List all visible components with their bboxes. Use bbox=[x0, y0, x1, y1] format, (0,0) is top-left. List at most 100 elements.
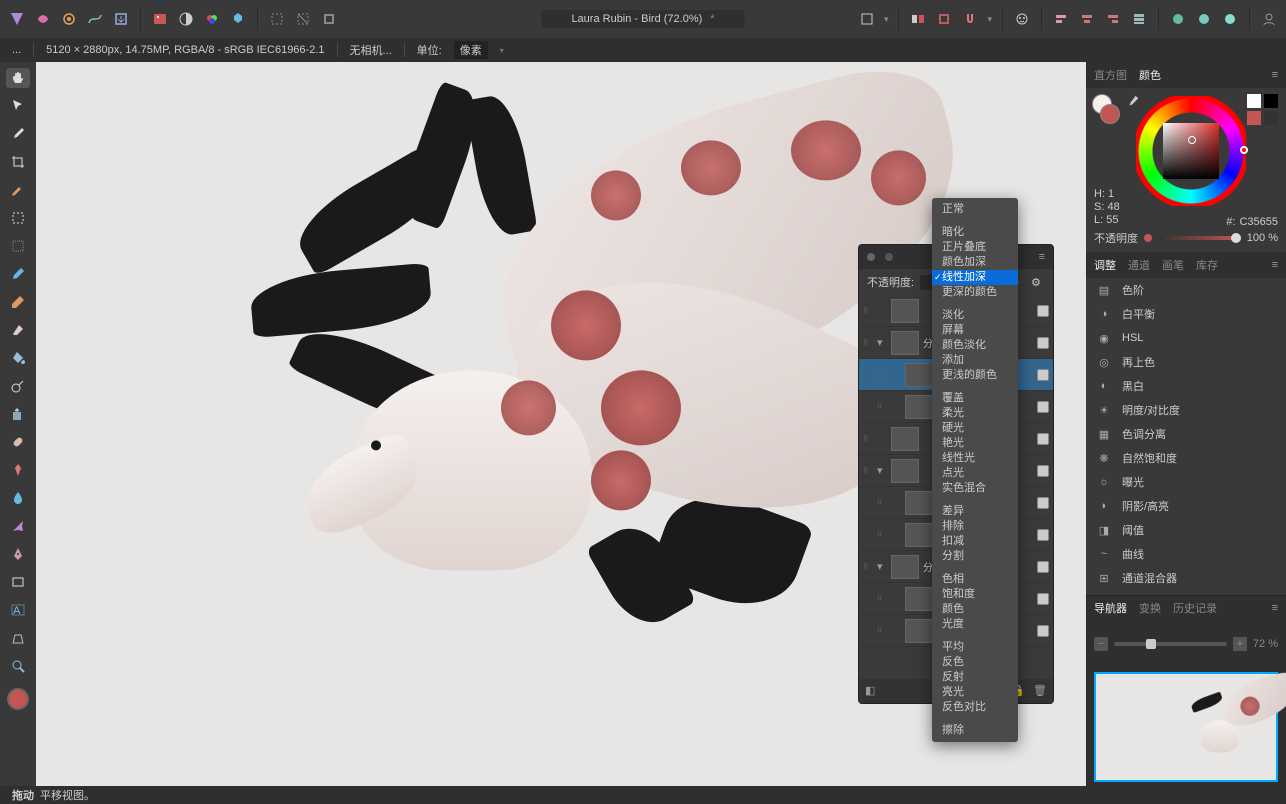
blend-mode-线性光[interactable]: 线性光 bbox=[932, 451, 1018, 466]
panel-menu-icon[interactable]: ≡ bbox=[1272, 602, 1278, 614]
panel-menu-icon[interactable]: ≡ bbox=[1272, 259, 1278, 271]
blend-mode-点光[interactable]: 点光 bbox=[932, 466, 1018, 481]
clone-tool[interactable] bbox=[6, 404, 30, 424]
persona-develop-icon[interactable] bbox=[60, 10, 78, 28]
align-right-icon[interactable] bbox=[1104, 10, 1122, 28]
align-center-icon[interactable] bbox=[1078, 10, 1096, 28]
persona-tone-icon[interactable] bbox=[86, 10, 104, 28]
flood-select-tool[interactable] bbox=[6, 236, 30, 256]
layer-visibility-checkbox[interactable] bbox=[1037, 497, 1049, 509]
marquee-tool[interactable] bbox=[6, 208, 30, 228]
unit-value[interactable]: 像素 bbox=[454, 41, 488, 59]
layer-drag-handle[interactable]: ⠿ bbox=[877, 531, 887, 539]
layer-drag-handle[interactable]: ⠿ bbox=[863, 563, 873, 571]
zoom-in-button[interactable]: + bbox=[1233, 637, 1247, 651]
share-icon-3[interactable] bbox=[1221, 10, 1239, 28]
tab-brushes[interactable]: 画笔 bbox=[1162, 257, 1184, 273]
color-wheel[interactable] bbox=[1136, 96, 1246, 206]
adjustment-通道混合器[interactable]: ⊞通道混合器 bbox=[1086, 566, 1286, 590]
layer-thumbnail[interactable] bbox=[891, 299, 919, 323]
panel-menu-icon[interactable]: ≡ bbox=[1272, 69, 1278, 81]
layer-expand-arrow[interactable]: ▾ bbox=[877, 336, 887, 349]
blend-mode-反射[interactable]: 反射 bbox=[932, 670, 1018, 685]
zoom-value[interactable]: 72 % bbox=[1253, 638, 1278, 650]
adjustment-自然饱和度[interactable]: ❋自然饱和度 bbox=[1086, 446, 1286, 470]
invert-selection-icon[interactable] bbox=[320, 10, 338, 28]
mesh-warp-tool[interactable] bbox=[6, 516, 30, 536]
layer-drag-handle[interactable]: ⠿ bbox=[877, 627, 887, 635]
hand-tool[interactable] bbox=[6, 68, 30, 88]
opacity-slider[interactable] bbox=[1158, 236, 1241, 240]
select-all-icon[interactable] bbox=[268, 10, 286, 28]
blend-mode-平均[interactable]: 平均 bbox=[932, 640, 1018, 655]
tab-library[interactable]: 库存 bbox=[1196, 257, 1218, 273]
adjustment-黑白[interactable]: ◐黑白 bbox=[1086, 374, 1286, 398]
blend-mode-反色对比[interactable]: 反色对比 bbox=[932, 700, 1018, 715]
persona-liquify-icon[interactable] bbox=[34, 10, 52, 28]
perspective-tool[interactable] bbox=[6, 628, 30, 648]
blend-mode-更深的颜色[interactable]: 更深的颜色 bbox=[932, 285, 1018, 300]
color-picker-tool[interactable] bbox=[6, 124, 30, 144]
layer-visibility-checkbox[interactable] bbox=[1037, 593, 1049, 605]
arrange-icon-2[interactable] bbox=[935, 10, 953, 28]
layer-thumbnail[interactable] bbox=[905, 491, 933, 515]
layer-visibility-checkbox[interactable] bbox=[1037, 401, 1049, 413]
layer-expand-arrow[interactable]: ▾ bbox=[877, 560, 887, 573]
dodge-tool[interactable] bbox=[6, 376, 30, 396]
assistant-icon[interactable] bbox=[1013, 10, 1031, 28]
layer-visibility-checkbox[interactable] bbox=[1037, 529, 1049, 541]
adjustment-曝光[interactable]: ☼曝光 bbox=[1086, 470, 1286, 494]
blend-mode-正常[interactable]: 正常 bbox=[932, 202, 1018, 217]
swatch-wells[interactable] bbox=[1247, 94, 1278, 128]
layer-drag-handle[interactable]: ⠿ bbox=[863, 307, 873, 315]
app-logo-icon[interactable] bbox=[8, 10, 26, 28]
layer-visibility-checkbox[interactable] bbox=[1037, 433, 1049, 445]
color-hex-readout[interactable]: #: C35655 bbox=[1226, 216, 1278, 228]
adjustment-阈值[interactable]: ◨阈值 bbox=[1086, 518, 1286, 542]
erase-tool[interactable] bbox=[6, 320, 30, 340]
layer-thumbnail[interactable] bbox=[891, 331, 919, 355]
blend-mode-扣减[interactable]: 扣减 bbox=[932, 534, 1018, 549]
blend-mode-覆盖[interactable]: 覆盖 bbox=[932, 391, 1018, 406]
foreground-color-swatch[interactable] bbox=[7, 688, 29, 710]
image-icon[interactable] bbox=[151, 10, 169, 28]
blend-mode-添加[interactable]: 添加 bbox=[932, 353, 1018, 368]
blend-mode-屏幕[interactable]: 屏幕 bbox=[932, 323, 1018, 338]
add-mask-icon[interactable]: ◧ bbox=[865, 684, 879, 698]
panel-menu-icon[interactable]: ≡ bbox=[1039, 251, 1045, 263]
layer-visibility-checkbox[interactable] bbox=[1037, 465, 1049, 477]
account-icon[interactable] bbox=[1260, 10, 1278, 28]
tab-channels[interactable]: 通道 bbox=[1128, 257, 1150, 273]
blend-mode-颜色[interactable]: 颜色 bbox=[932, 602, 1018, 617]
camera-info[interactable]: 无相机... bbox=[350, 42, 392, 58]
tab-color[interactable]: 颜色 bbox=[1139, 67, 1161, 83]
blend-mode-颜色加深[interactable]: 颜色加深 bbox=[932, 255, 1018, 270]
layer-settings-icon[interactable]: ⚙ bbox=[1031, 276, 1045, 289]
layer-visibility-checkbox[interactable] bbox=[1037, 561, 1049, 573]
blend-mode-实色混合[interactable]: 实色混合 bbox=[932, 481, 1018, 496]
adjustment-再上色[interactable]: ◎再上色 bbox=[1086, 350, 1286, 374]
text-tool[interactable]: A bbox=[6, 600, 30, 620]
arrange-icon-1[interactable] bbox=[909, 10, 927, 28]
layer-drag-handle[interactable]: ⠿ bbox=[877, 403, 887, 411]
tab-transform[interactable]: 变换 bbox=[1139, 600, 1161, 616]
layer-thumbnail[interactable] bbox=[905, 523, 933, 547]
zoom-tool[interactable] bbox=[6, 656, 30, 676]
snapping-icon[interactable] bbox=[961, 10, 979, 28]
layer-drag-handle[interactable]: ⠿ bbox=[877, 499, 887, 507]
adjustment-色调分离[interactable]: ▦色调分离 bbox=[1086, 422, 1286, 446]
panel-close-icon[interactable] bbox=[867, 253, 875, 261]
align-stack-icon[interactable] bbox=[1130, 10, 1148, 28]
layer-drag-handle[interactable]: ⠿ bbox=[863, 435, 873, 443]
blend-mode-正片叠底[interactable]: 正片叠底 bbox=[932, 240, 1018, 255]
adjustment-阴影/高亮[interactable]: ◗阴影/高亮 bbox=[1086, 494, 1286, 518]
blend-mode-亮光[interactable]: 亮光 bbox=[932, 685, 1018, 700]
autolevels-icon[interactable] bbox=[177, 10, 195, 28]
panel-collapse-icon[interactable] bbox=[885, 253, 893, 261]
blend-mode-艳光[interactable]: 艳光 bbox=[932, 436, 1018, 451]
blend-mode-颜色淡化[interactable]: 颜色淡化 bbox=[932, 338, 1018, 353]
layer-thumbnail[interactable] bbox=[905, 395, 933, 419]
zoom-out-button[interactable]: − bbox=[1094, 637, 1108, 651]
rectangle-tool[interactable] bbox=[6, 572, 30, 592]
layer-expand-arrow[interactable]: ▾ bbox=[877, 464, 887, 477]
